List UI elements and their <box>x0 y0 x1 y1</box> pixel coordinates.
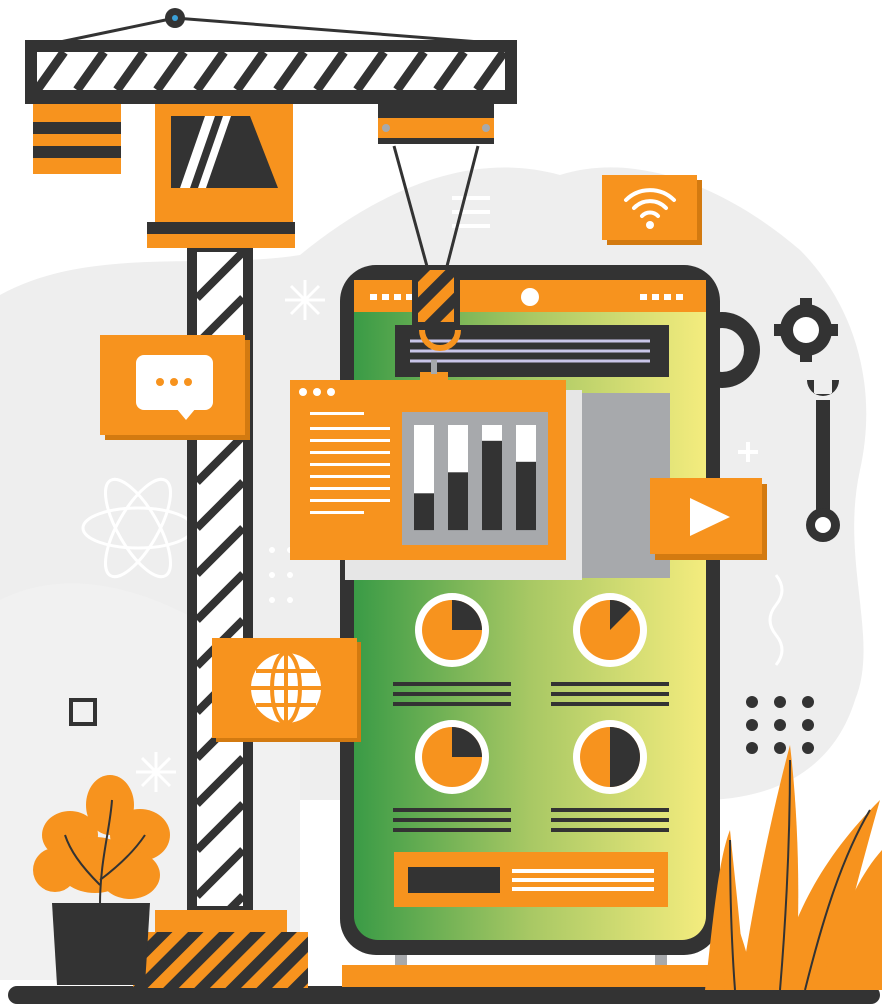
app-construction-illustration <box>0 8 882 1004</box>
pie-chart-icon <box>415 593 489 667</box>
crane-base <box>133 910 308 988</box>
bar-chart-icon <box>402 412 548 545</box>
dot-grid-dark <box>746 696 814 754</box>
dashboard-window-card <box>290 380 582 580</box>
pie-chart-icon <box>573 720 647 794</box>
sparkle-icon <box>285 280 325 320</box>
phone-bottom-button <box>394 852 668 907</box>
chat-bubble-icon <box>100 335 250 440</box>
crane-trolley <box>378 102 494 144</box>
crane-cab <box>147 104 295 248</box>
pie-chart-icon <box>573 593 647 667</box>
globe-icon <box>212 638 361 742</box>
bar-fill <box>448 472 468 531</box>
sparkle-icon <box>136 752 176 792</box>
wifi-icon <box>602 175 702 245</box>
bar-fill <box>516 461 536 531</box>
bar-fill <box>482 440 502 531</box>
phone-camera <box>521 288 539 306</box>
bar-fill <box>414 493 434 531</box>
crane-counterweight <box>33 104 121 174</box>
play-button-icon <box>650 478 767 560</box>
pie-chart-icon <box>415 720 489 794</box>
